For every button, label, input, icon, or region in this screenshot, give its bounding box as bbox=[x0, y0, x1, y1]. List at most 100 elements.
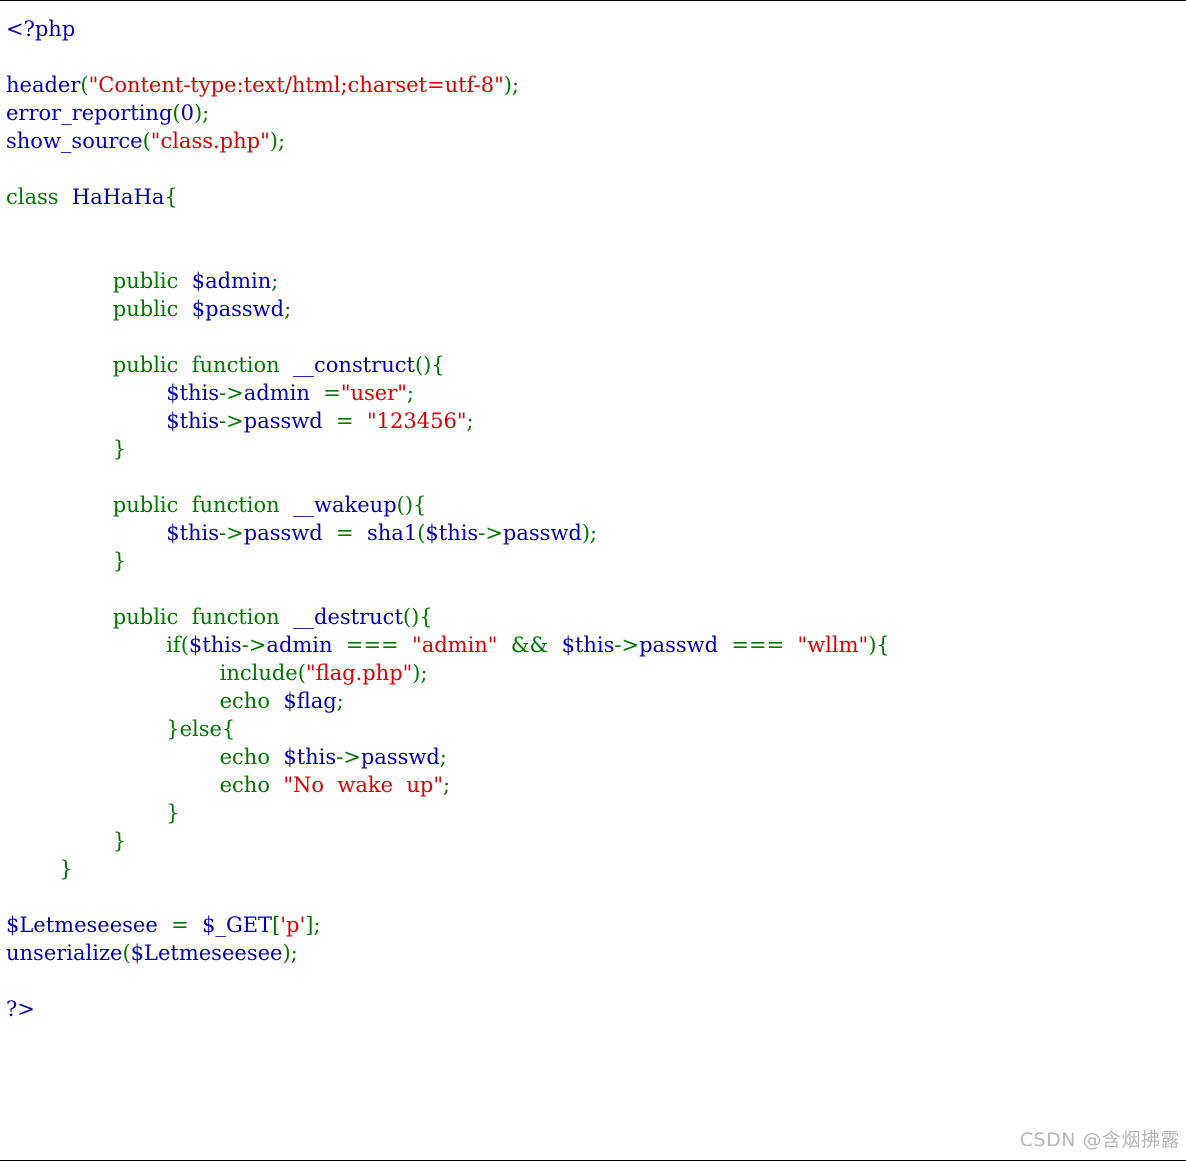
code-token: include( bbox=[6, 661, 306, 685]
code-line: header("Content-type:text/html;charset=u… bbox=[6, 71, 890, 99]
code-token: -> bbox=[219, 521, 244, 545]
code-token: ); bbox=[503, 73, 520, 97]
code-token: = bbox=[336, 521, 367, 545]
code-token: error_reporting bbox=[6, 101, 173, 125]
code-token: ){ bbox=[868, 633, 890, 657]
code-token: <?php bbox=[6, 17, 76, 41]
code-token: ; bbox=[442, 773, 451, 797]
code-token: passwd bbox=[243, 521, 337, 545]
code-token: header bbox=[6, 73, 81, 97]
code-token: admin bbox=[266, 633, 346, 657]
code-line: $Letmeseesee = $_GET['p']; bbox=[6, 911, 890, 939]
code-line: $this->admin ="user"; bbox=[6, 379, 890, 407]
code-line: unserialize($Letmeseesee); bbox=[6, 939, 890, 967]
code-token: public function bbox=[6, 493, 294, 517]
code-token: $this bbox=[283, 745, 337, 769]
code-line: } bbox=[6, 435, 890, 463]
code-token: $this bbox=[425, 521, 479, 545]
code-token: ( bbox=[122, 941, 131, 965]
code-line: }else{ bbox=[6, 715, 890, 743]
code-token: public bbox=[6, 269, 192, 293]
code-token: $this bbox=[188, 633, 242, 657]
code-token: class bbox=[6, 185, 72, 209]
code-line: echo $flag; bbox=[6, 687, 890, 715]
code-token: ); bbox=[269, 129, 286, 153]
code-token: passwd bbox=[639, 633, 732, 657]
code-line: } bbox=[6, 547, 890, 575]
code-token: ; bbox=[271, 269, 279, 293]
code-token: "admin" bbox=[412, 633, 511, 657]
code-token: public function bbox=[6, 353, 294, 377]
code-token: { bbox=[164, 185, 178, 209]
code-token: } bbox=[6, 801, 180, 825]
code-line: error_reporting(0); bbox=[6, 99, 890, 127]
code-line: $this->passwd = sha1($this->passwd); bbox=[6, 519, 890, 547]
code-token: } bbox=[6, 549, 127, 573]
code-line: } bbox=[6, 855, 890, 883]
code-token: ; bbox=[406, 381, 414, 405]
code-line: public function __wakeup(){ bbox=[6, 491, 890, 519]
code-token: ); bbox=[282, 941, 298, 965]
code-token: -> bbox=[478, 521, 503, 545]
code-token: -> bbox=[241, 633, 267, 657]
code-token: public bbox=[6, 297, 192, 321]
code-token: ( bbox=[142, 129, 151, 153]
code-token: unserialize bbox=[6, 941, 123, 965]
code-token: "Content-type:text/html;charset=utf-8" bbox=[88, 73, 504, 97]
code-token: echo bbox=[6, 689, 284, 713]
code-token: $flag bbox=[283, 689, 337, 713]
source-view-frame: <?php header("Content-type:text/html;char… bbox=[0, 0, 1186, 1161]
code-token: $passwd bbox=[191, 297, 285, 321]
code-token: (){ bbox=[402, 605, 433, 629]
code-token: "class.php" bbox=[150, 129, 270, 153]
code-token: $this bbox=[561, 633, 615, 657]
code-line: $this->passwd = "123456"; bbox=[6, 407, 890, 435]
code-token: show_source bbox=[6, 129, 143, 153]
code-token: echo bbox=[6, 773, 284, 797]
code-token: ]; bbox=[305, 913, 321, 937]
code-line: if($this->admin === "admin" && $this->pa… bbox=[6, 631, 890, 659]
code-token: === bbox=[731, 633, 798, 657]
code-token: }else{ bbox=[6, 717, 236, 741]
code-token: ; bbox=[284, 297, 292, 321]
code-token: ); bbox=[412, 661, 428, 685]
code-token: "wllm" bbox=[797, 633, 869, 657]
code-token: ( bbox=[80, 73, 89, 97]
code-token: sha1 bbox=[367, 521, 418, 545]
code-token: passwd bbox=[360, 745, 440, 769]
code-token: public function bbox=[6, 605, 294, 629]
code-token: $_GET bbox=[202, 913, 273, 937]
code-token: "123456" bbox=[367, 409, 467, 433]
code-token: (){ bbox=[396, 493, 427, 517]
code-token: $this bbox=[166, 381, 220, 405]
code-line: public $passwd; bbox=[6, 295, 890, 323]
code-token: __wakeup bbox=[293, 493, 397, 517]
code-token: "flag.php" bbox=[305, 661, 413, 685]
code-token: ; bbox=[466, 409, 474, 433]
code-token: $admin bbox=[191, 269, 272, 293]
code-token: -> bbox=[614, 633, 640, 657]
code-token: ?> bbox=[6, 997, 35, 1021]
code-token: 0 bbox=[180, 101, 194, 125]
code-line: } bbox=[6, 827, 890, 855]
code-line: include("flag.php"); bbox=[6, 659, 890, 687]
code-line: public function __destruct(){ bbox=[6, 603, 890, 631]
code-line: class HaHaHa{ bbox=[6, 183, 890, 211]
code-token: } bbox=[6, 857, 73, 881]
code-line: echo "No wake up"; bbox=[6, 771, 890, 799]
code-token: "user" bbox=[340, 381, 407, 405]
code-token: = bbox=[171, 913, 203, 937]
code-token: } bbox=[6, 829, 127, 853]
code-token: } bbox=[6, 437, 127, 461]
code-token: $this bbox=[166, 409, 220, 433]
code-line: echo $this->passwd; bbox=[6, 743, 890, 771]
